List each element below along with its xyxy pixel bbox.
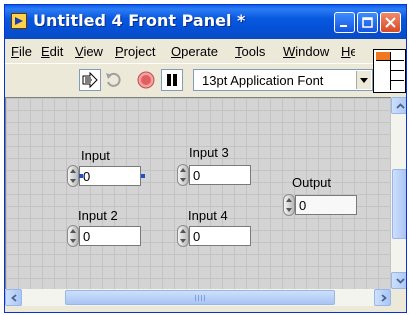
pause-icon <box>167 74 177 86</box>
indicator-label[interactable]: Output <box>292 175 331 190</box>
numeric-value-field[interactable]: 0 <box>189 226 251 246</box>
run-continuously-button[interactable] <box>103 69 125 91</box>
run-arrow-icon <box>82 71 98 89</box>
front-panel-canvas[interactable]: Input 0 Input 2 0 Input 3 0 Input 4 0 Ou… <box>5 97 391 289</box>
scroll-right-button[interactable] <box>374 289 391 306</box>
scroll-down-button[interactable] <box>391 272 406 289</box>
numeric-value-field[interactable]: 0 <box>79 166 141 186</box>
numeric-value-field[interactable]: 0 <box>79 226 141 246</box>
chevron-right-icon <box>381 294 387 302</box>
numeric-value-display[interactable]: 0 <box>295 195 357 215</box>
increment-decrement-icon[interactable] <box>67 165 79 187</box>
abort-button[interactable] <box>135 69 157 91</box>
vi-connector-pane-icon[interactable] <box>373 49 406 93</box>
pause-button[interactable] <box>161 69 183 91</box>
close-button[interactable] <box>380 12 401 33</box>
menu-help[interactable]: Help <box>341 44 355 59</box>
selection-handle[interactable] <box>141 174 145 178</box>
increment-decrement-icon <box>283 194 295 216</box>
menu-project[interactable]: Project <box>115 44 155 59</box>
run-button[interactable] <box>79 69 101 91</box>
menu-tools[interactable]: Tools <box>235 44 265 59</box>
control-label[interactable]: Input 3 <box>189 145 229 160</box>
menu-edit[interactable]: Edit <box>41 44 63 59</box>
menu-bar: File Edit View Project Operate Tools Win… <box>5 39 406 63</box>
chevron-down-icon[interactable] <box>356 71 371 89</box>
grip-icon <box>195 295 205 301</box>
chevron-left-icon <box>11 294 17 302</box>
font-select[interactable]: 13pt Application Font <box>193 69 373 91</box>
numeric-value-field[interactable]: 0 <box>189 165 251 185</box>
menu-view[interactable]: View <box>75 44 103 59</box>
scrollbar-corner <box>391 289 406 306</box>
title-bar[interactable]: Untitled 4 Front Panel * <box>5 5 406 39</box>
abort-icon <box>137 71 155 89</box>
increment-decrement-icon[interactable] <box>177 225 189 247</box>
horizontal-scrollbar[interactable] <box>5 289 391 306</box>
window-title: Untitled 4 Front Panel * <box>33 11 246 30</box>
scroll-up-button[interactable] <box>391 97 406 114</box>
control-label[interactable]: Input <box>81 148 110 163</box>
run-continuously-icon <box>106 72 121 87</box>
font-select-value: 13pt Application Font <box>202 73 324 88</box>
scroll-left-button[interactable] <box>5 289 22 306</box>
increment-decrement-icon[interactable] <box>67 225 79 247</box>
increment-decrement-icon[interactable] <box>177 164 189 186</box>
menu-operate[interactable]: Operate <box>171 44 218 59</box>
control-label[interactable]: Input 2 <box>78 208 118 223</box>
menu-file[interactable]: File <box>11 44 32 59</box>
control-label[interactable]: Input 4 <box>188 208 228 223</box>
menu-window[interactable]: Window <box>283 44 329 59</box>
vertical-scroll-thumb[interactable] <box>392 169 406 239</box>
maximize-button[interactable] <box>357 12 378 33</box>
window-bottom-edge <box>5 306 406 312</box>
selection-handle[interactable] <box>79 174 83 178</box>
toolbar: 13pt Application Font <box>5 63 406 98</box>
labview-app-icon[interactable] <box>11 13 27 29</box>
horizontal-scroll-thumb[interactable] <box>65 290 335 305</box>
minimize-button[interactable] <box>334 12 355 33</box>
chevron-down-icon <box>396 278 405 284</box>
vertical-scrollbar[interactable] <box>391 97 406 289</box>
chevron-up-icon <box>396 103 405 109</box>
front-panel-window: Untitled 4 Front Panel * File Edit View … <box>4 4 407 313</box>
